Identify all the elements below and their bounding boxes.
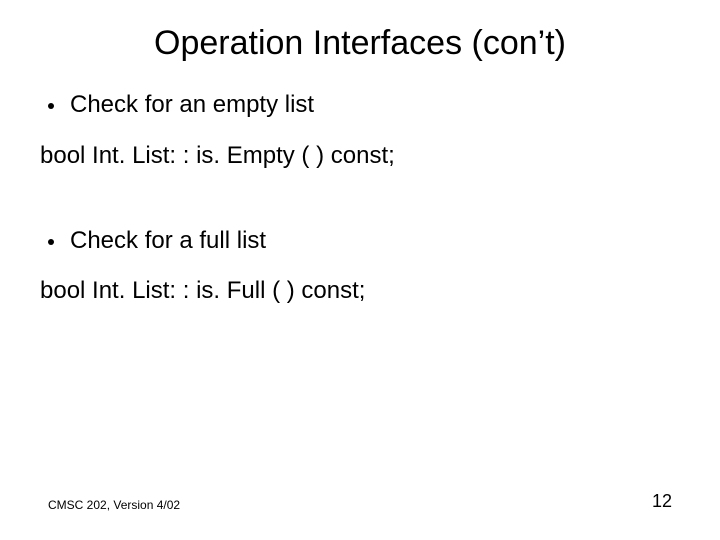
- page-number: 12: [652, 491, 672, 512]
- bullet-item: Check for an empty list: [48, 91, 680, 120]
- bullet-icon: [48, 103, 54, 109]
- slide-content: Check for an empty list bool Int. List: …: [40, 91, 680, 306]
- bullet-icon: [48, 239, 54, 245]
- bullet-text: Check for an empty list: [70, 91, 314, 120]
- code-line: bool Int. List: : is. Empty ( ) const;: [40, 142, 680, 171]
- footer: CMSC 202, Version 4/02 12: [0, 491, 720, 512]
- bullet-item: Check for a full list: [48, 227, 680, 256]
- footer-course: CMSC 202, Version 4/02: [48, 498, 180, 512]
- slide: Operation Interfaces (con’t) Check for a…: [0, 0, 720, 540]
- bullet-text: Check for a full list: [70, 227, 266, 256]
- code-line: bool Int. List: : is. Full ( ) const;: [40, 277, 680, 306]
- spacer: [40, 211, 680, 227]
- slide-title: Operation Interfaces (con’t): [40, 24, 680, 63]
